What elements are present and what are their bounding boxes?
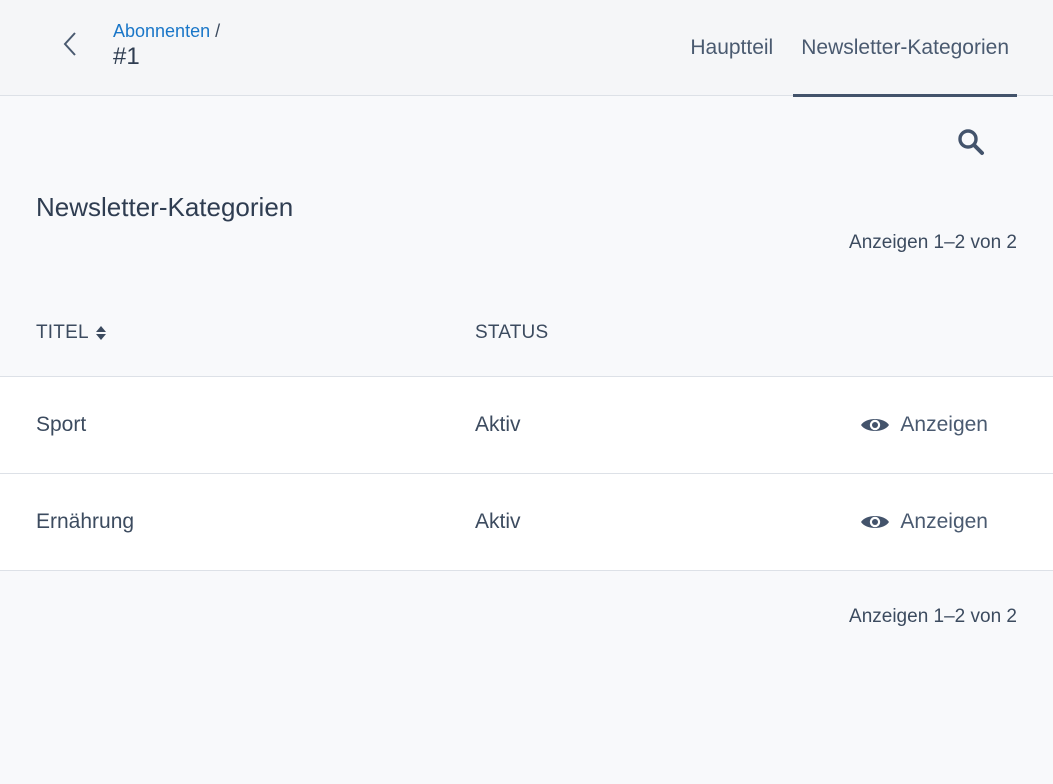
- table-row: Ernährung Aktiv Anzeigen: [0, 474, 1053, 571]
- tab-hauptteil[interactable]: Hauptteil: [682, 0, 781, 96]
- table-body: Sport Aktiv Anzeigen Ernährung Aktiv Anz…: [0, 376, 1053, 571]
- search-button[interactable]: [953, 126, 989, 162]
- column-header-label: TITEL: [36, 322, 89, 343]
- tab-newsletter-kategorien[interactable]: Newsletter-Kategorien: [793, 0, 1017, 97]
- view-button[interactable]: Anzeigen: [860, 474, 988, 570]
- chevron-left-icon: [62, 30, 78, 63]
- cell-title: Sport: [36, 413, 87, 436]
- breadcrumb-link-abonnenten[interactable]: Abonnenten: [113, 21, 210, 41]
- eye-icon: [860, 512, 890, 532]
- section-title: Newsletter-Kategorien: [36, 192, 294, 222]
- page-title: #1: [113, 43, 140, 70]
- breadcrumb-separator: /: [210, 21, 221, 41]
- pagination-count-top: Anzeigen 1–2 von 2: [849, 232, 1017, 253]
- breadcrumb: Abonnenten / #1: [113, 20, 220, 72]
- column-header-titel[interactable]: TITEL: [36, 322, 107, 344]
- pagination-count-bottom: Anzeigen 1–2 von 2: [849, 606, 1017, 627]
- search-icon: [956, 127, 986, 162]
- page-header: Abonnenten / #1 Hauptteil Newsletter-Kat…: [0, 0, 1053, 97]
- back-button[interactable]: [56, 30, 84, 62]
- cell-title: Ernährung: [36, 510, 135, 533]
- sort-icon: [95, 325, 107, 341]
- column-header-status: STATUS: [475, 322, 549, 343]
- table-row: Sport Aktiv Anzeigen: [0, 377, 1053, 474]
- tab-bar: Hauptteil Newsletter-Kategorien: [670, 0, 1017, 97]
- view-button-label: Anzeigen: [900, 510, 988, 533]
- eye-icon: [860, 415, 890, 435]
- cell-status: Aktiv: [475, 510, 521, 533]
- view-button[interactable]: Anzeigen: [860, 377, 988, 473]
- view-button-label: Anzeigen: [900, 413, 988, 436]
- cell-status: Aktiv: [475, 413, 521, 436]
